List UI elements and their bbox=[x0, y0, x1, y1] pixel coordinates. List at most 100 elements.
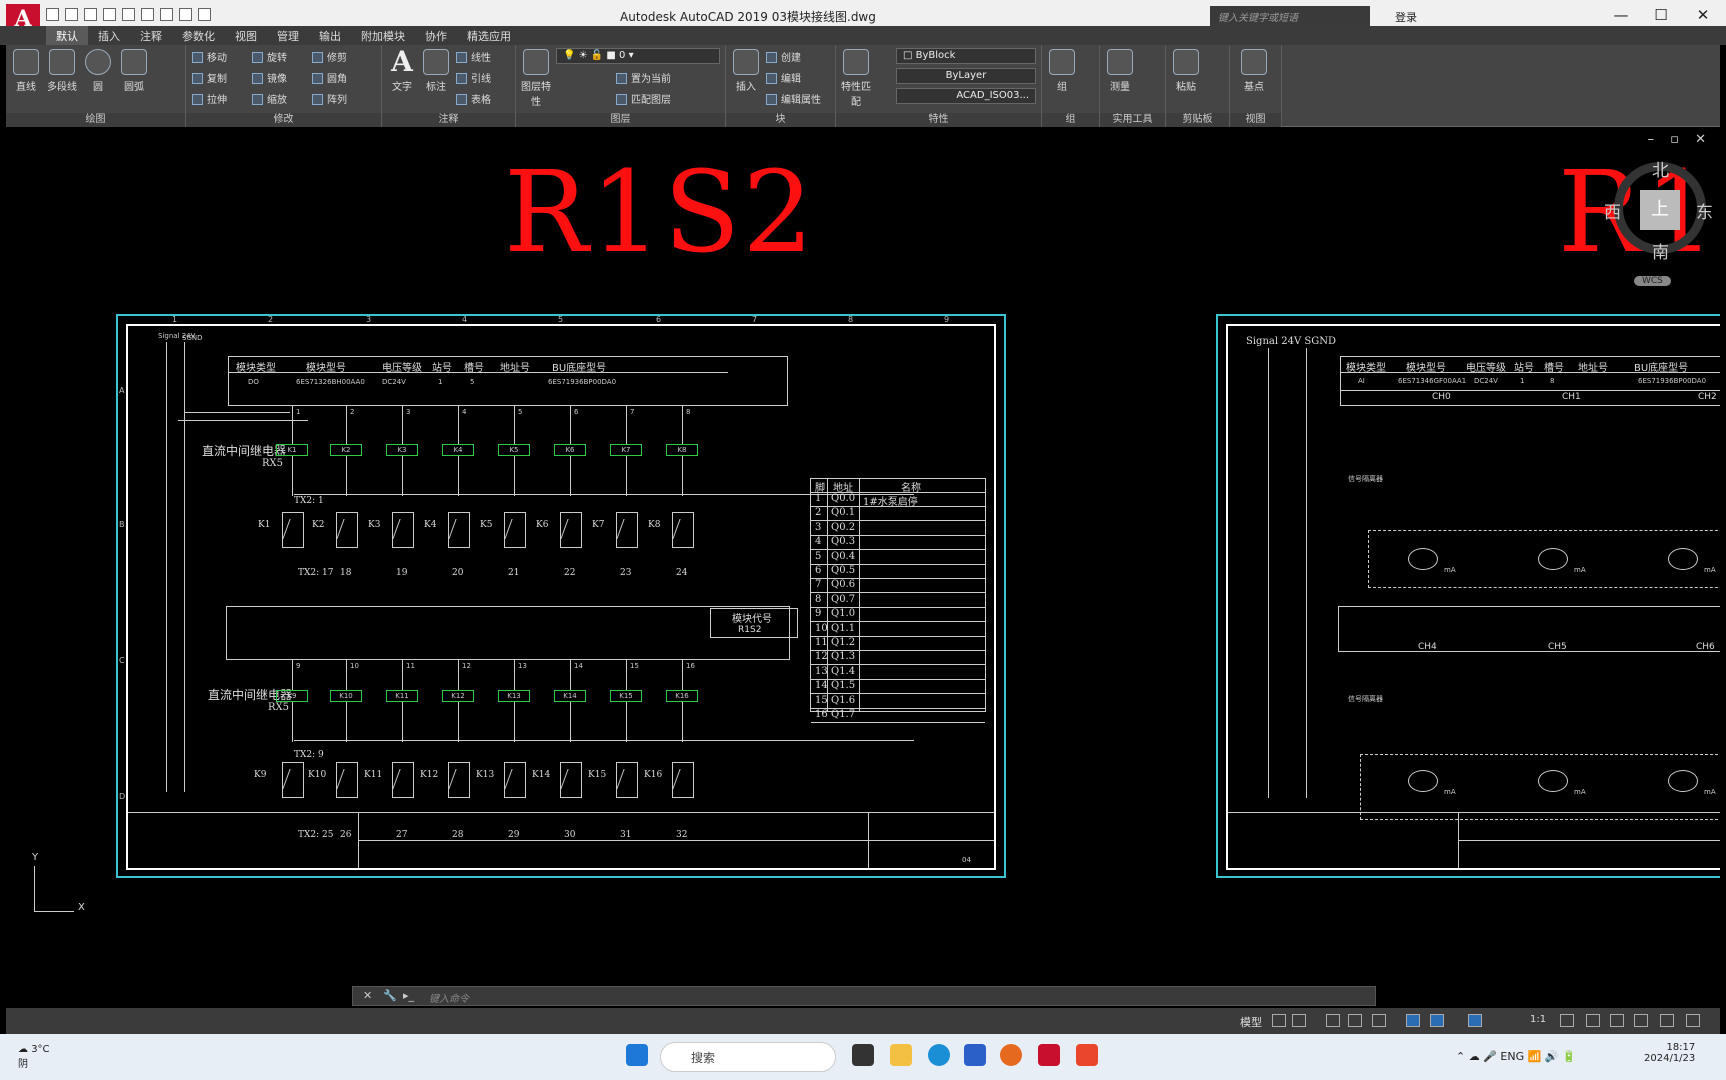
tab-collaborate[interactable]: 协作 bbox=[415, 26, 457, 45]
polyline-button[interactable]: 多段线 bbox=[46, 49, 78, 93]
io-table-row[interactable]: 13 Q1.4 bbox=[811, 666, 985, 680]
viewcube-south[interactable]: 南 bbox=[1652, 238, 1669, 263]
circle-button[interactable]: 圆 bbox=[82, 49, 114, 93]
annotation-panel-title[interactable]: 注释 bbox=[382, 113, 515, 127]
groups-panel-title[interactable]: 组 bbox=[1042, 113, 1099, 127]
customize-menu-icon[interactable] bbox=[1686, 1014, 1700, 1027]
snap-icon[interactable] bbox=[1292, 1014, 1306, 1027]
firefox-icon[interactable] bbox=[1000, 1044, 1022, 1066]
taskbar-search[interactable]: 搜索 bbox=[660, 1042, 836, 1072]
leader-button[interactable]: 引线 bbox=[456, 70, 491, 85]
plus-icon[interactable] bbox=[1586, 1014, 1600, 1027]
base-point-button[interactable]: 基点 bbox=[1238, 49, 1270, 93]
print-icon[interactable] bbox=[160, 8, 173, 21]
io-table-row[interactable]: 12 Q1.3 bbox=[811, 651, 985, 666]
model-space-button[interactable]: 模型 bbox=[1240, 1014, 1262, 1030]
viewcube[interactable]: 上 北 南 西 东 WCS bbox=[1604, 152, 1716, 286]
paste-button[interactable]: 粘贴 bbox=[1170, 49, 1202, 93]
redo-icon[interactable] bbox=[198, 8, 211, 21]
io-table-row[interactable]: 2 Q0.1 bbox=[811, 507, 985, 522]
io-table-row[interactable]: 16 Q1.7 bbox=[811, 709, 985, 723]
set-current-button[interactable]: 置为当前 bbox=[616, 70, 671, 85]
login-button[interactable]: 登录 bbox=[1395, 9, 1417, 25]
io-table-row[interactable]: 4 Q0.3 bbox=[811, 536, 985, 551]
dimension-button[interactable]: 标注 bbox=[420, 49, 452, 93]
tab-parametric[interactable]: 参数化 bbox=[172, 26, 225, 45]
save-as-icon[interactable] bbox=[103, 8, 116, 21]
modify-panel-title[interactable]: 修改 bbox=[186, 113, 381, 127]
open-file-icon[interactable] bbox=[65, 8, 78, 21]
properties-panel-title[interactable]: 特性 bbox=[836, 113, 1041, 127]
io-table-row[interactable]: 3 Q0.2 bbox=[811, 522, 985, 536]
line-button[interactable]: 直线 bbox=[10, 49, 42, 93]
isolate-icon[interactable] bbox=[1610, 1014, 1624, 1027]
view-panel-title[interactable]: 视图 bbox=[1230, 113, 1281, 127]
group-button[interactable]: 组 bbox=[1046, 49, 1078, 93]
osnap-icon[interactable] bbox=[1372, 1014, 1386, 1027]
io-address-table[interactable]: 脚地址 名称 1 Q0.0 1#水泵启停 2 Q0.1 3 Q0.2 4 Q0.3 5 Q0.4 6 Q0.… bbox=[810, 478, 986, 723]
trim-button[interactable]: 修剪 bbox=[312, 49, 347, 64]
weather-widget[interactable]: ☁ 3°C 阴 bbox=[18, 1044, 50, 1070]
tab-default[interactable]: 默认 bbox=[46, 26, 88, 45]
tab-insert[interactable]: 插入 bbox=[88, 26, 130, 45]
edit-attributes-button[interactable]: 编辑属性 bbox=[766, 91, 821, 106]
layer-properties-button[interactable]: 图层特性 bbox=[520, 49, 552, 108]
file-explorer-icon[interactable] bbox=[890, 1044, 912, 1066]
cloud-open-icon[interactable] bbox=[122, 8, 135, 21]
autocad-taskbar-icon[interactable] bbox=[1038, 1044, 1060, 1066]
annotation-scale[interactable]: 1:1 bbox=[1530, 1014, 1546, 1025]
io-table-row[interactable]: 9 Q1.0 bbox=[811, 608, 985, 623]
tab-view[interactable]: 视图 bbox=[225, 26, 267, 45]
undo-icon[interactable] bbox=[179, 8, 192, 21]
create-block-button[interactable]: 创建 bbox=[766, 49, 801, 64]
io-table-row[interactable]: 10 Q1.1 bbox=[811, 623, 985, 637]
edge-icon[interactable] bbox=[928, 1044, 950, 1066]
array-button[interactable]: 阵列 bbox=[312, 91, 347, 106]
minimize-button[interactable]: — bbox=[1606, 4, 1636, 26]
color-dropdown[interactable]: □ ByBlock bbox=[896, 48, 1036, 64]
task-view-icon[interactable] bbox=[852, 1044, 874, 1066]
ortho-icon[interactable] bbox=[1326, 1014, 1340, 1027]
insert-button[interactable]: 插入 bbox=[730, 49, 762, 93]
close-button[interactable]: ✕ bbox=[1688, 4, 1718, 26]
command-prompt-icon[interactable]: ▸_ bbox=[403, 989, 414, 1002]
hardware-acceleration-icon[interactable] bbox=[1634, 1014, 1648, 1027]
match-properties-button[interactable]: 特性匹配 bbox=[840, 49, 872, 108]
text-button[interactable]: A 文字 bbox=[386, 48, 418, 94]
system-tray[interactable]: ⌃ ☁ 🎤 ENG 📶 🔊 🔋 bbox=[1456, 1050, 1576, 1063]
layers-panel-title[interactable]: 图层 bbox=[516, 113, 725, 127]
grid-icon[interactable] bbox=[1272, 1014, 1286, 1027]
clipboard-panel-title[interactable]: 剪贴板 bbox=[1166, 113, 1229, 127]
io-table-row[interactable]: 11 Q1.2 bbox=[811, 637, 985, 651]
polar-icon[interactable] bbox=[1348, 1014, 1362, 1027]
io-table-row[interactable]: 7 Q0.6 bbox=[811, 579, 985, 594]
tab-addins[interactable]: 附加模块 bbox=[351, 26, 415, 45]
mirror-button[interactable]: 镜像 bbox=[252, 70, 287, 85]
copy-button[interactable]: 复制 bbox=[192, 70, 227, 85]
io-table-row[interactable]: 1 Q0.0 1#水泵启停 bbox=[811, 493, 985, 508]
io-table-row[interactable]: 6 Q0.5 bbox=[811, 565, 985, 579]
clean-screen-icon[interactable] bbox=[1660, 1014, 1674, 1027]
taskbar-clock[interactable]: 18:17 2024/1/23 bbox=[1644, 1042, 1695, 1064]
wrench-icon[interactable]: 🔧 bbox=[383, 989, 397, 1002]
lineweight-icon[interactable] bbox=[1430, 1014, 1444, 1027]
io-table-row[interactable]: 5 Q0.4 bbox=[811, 551, 985, 565]
edit-block-button[interactable]: 编辑 bbox=[766, 70, 801, 85]
draw-panel-title[interactable]: 绘图 bbox=[6, 113, 185, 127]
move-button[interactable]: 移动 bbox=[192, 49, 227, 64]
store-icon[interactable] bbox=[964, 1044, 986, 1066]
tab-manage[interactable]: 管理 bbox=[267, 26, 309, 45]
io-table-row[interactable]: 8 Q0.7 bbox=[811, 594, 985, 608]
block-panel-title[interactable]: 块 bbox=[726, 113, 835, 127]
scale-button[interactable]: 缩放 bbox=[252, 91, 287, 106]
wcs-menu[interactable]: WCS bbox=[1634, 276, 1671, 286]
otrack-icon[interactable] bbox=[1406, 1014, 1420, 1027]
maximize-button[interactable]: ☐ bbox=[1646, 4, 1676, 26]
rotate-button[interactable]: 旋转 bbox=[252, 49, 287, 64]
arc-button[interactable]: 圆弧 bbox=[118, 49, 150, 93]
drawing-canvas[interactable]: – ▫ ✕ R1S2 R1S 上 北 南 西 东 WCS 1 2 3 4 5 6… bbox=[6, 128, 1720, 988]
viewcube-top-face[interactable]: 上 bbox=[1640, 190, 1680, 230]
search-input[interactable]: 键入关键字或短语 bbox=[1210, 6, 1370, 26]
viewport-controls[interactable]: – ▫ ✕ bbox=[1648, 132, 1712, 147]
sheet-right[interactable]: Signal 24V SGND 模块类型 模块型号 电压等级 站号 槽号 地址号… bbox=[1216, 314, 1720, 878]
